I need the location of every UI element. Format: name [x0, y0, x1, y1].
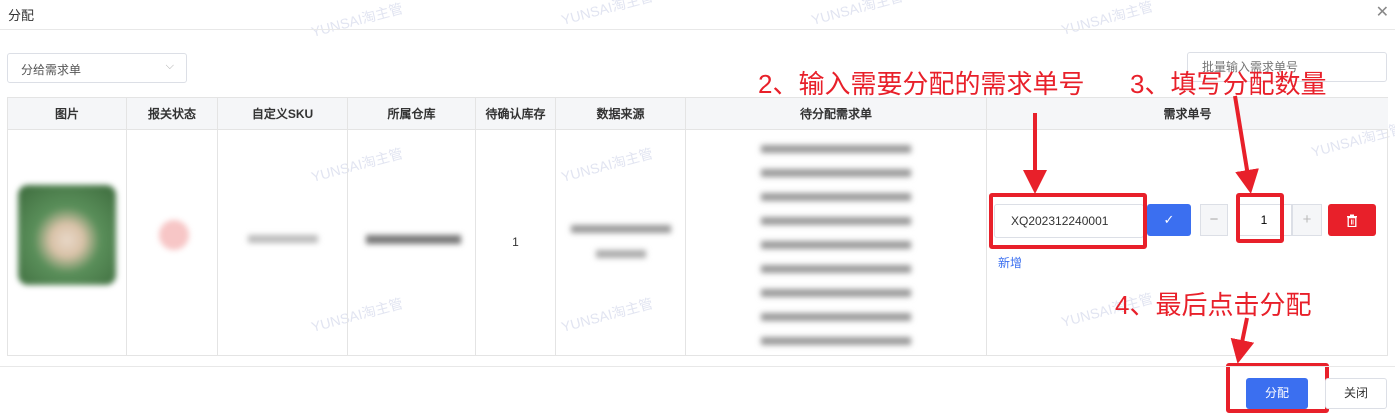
col-header-custom-sku: 自定义SKU [218, 98, 348, 130]
col-header-data-source: 数据来源 [556, 98, 686, 130]
col-header-customs-status: 报关状态 [127, 98, 218, 130]
quantity-increment-button[interactable]: + [1292, 204, 1322, 236]
image-cell [8, 130, 127, 356]
quantity-decrement-button[interactable]: − [1200, 204, 1228, 236]
trash-icon [1347, 214, 1357, 228]
check-icon: ✓ [1163, 212, 1175, 227]
col-header-image: 图片 [8, 98, 127, 130]
source-value [571, 225, 671, 233]
request-list-item [761, 289, 911, 297]
annotation-step4: 4、最后点击分配 [1115, 290, 1312, 320]
col-header-pending-stock: 待确认库存 [476, 98, 556, 130]
request-list-item [761, 337, 911, 345]
data-source-cell [556, 130, 686, 356]
request-list-item [761, 265, 911, 273]
request-list-item [761, 145, 911, 153]
confirm-button[interactable]: ✓ [1147, 204, 1191, 236]
assign-target-select[interactable]: 分给需求单 ⌵ [7, 53, 187, 83]
pending-stock-value: 1 [512, 235, 519, 249]
select-value: 分给需求单 [21, 63, 82, 77]
close-button[interactable]: 关闭 [1325, 378, 1387, 409]
dialog-title: 分配 [8, 8, 35, 23]
col-header-warehouse: 所属仓库 [348, 98, 476, 130]
add-request-link[interactable]: 新增 [998, 254, 1022, 271]
status-badge [159, 220, 189, 250]
warehouse-value [366, 235, 461, 244]
product-image [18, 185, 116, 285]
pending-stock-cell: 1 [476, 130, 556, 356]
warehouse-cell [348, 130, 476, 356]
sku-value [248, 235, 318, 243]
request-list-item [761, 241, 911, 249]
chevron-down-icon: ⌵ [165, 60, 174, 72]
close-icon[interactable]: ✕ [1376, 2, 1389, 22]
source-value [596, 250, 646, 258]
dialog-header: 分配 ✕ [0, 0, 1395, 30]
delete-button[interactable] [1328, 204, 1376, 236]
assign-button[interactable]: 分配 [1246, 378, 1308, 409]
request-list-item [761, 313, 911, 321]
footer-divider [0, 366, 1395, 367]
annotation-step3: 3、填写分配数量 [1130, 69, 1327, 99]
annotation-step2: 2、输入需要分配的需求单号 [758, 69, 1085, 99]
highlight-quantity [1236, 193, 1284, 243]
custom-sku-cell [218, 130, 348, 356]
request-list-item [761, 169, 911, 177]
customs-status-cell [127, 130, 218, 356]
request-list-item [761, 193, 911, 201]
pending-requests-cell [686, 130, 987, 356]
col-header-pending-requests: 待分配需求单 [686, 98, 987, 130]
highlight-request-input [989, 193, 1147, 249]
request-list-item [761, 217, 911, 225]
col-header-request-no: 需求单号 [987, 98, 1388, 130]
